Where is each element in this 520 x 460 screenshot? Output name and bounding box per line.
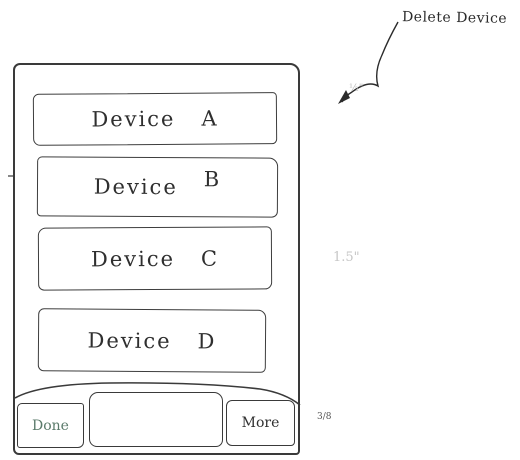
device-label: Device	[91, 106, 176, 132]
device-letter: B	[203, 167, 222, 192]
device-letter: C	[200, 246, 220, 271]
device-item-c[interactable]: Device C	[37, 226, 273, 291]
height-dimension-note: 1.5"	[333, 250, 360, 265]
device-letter: D	[197, 328, 217, 353]
device-label: Device	[87, 328, 172, 353]
device-label: Device	[93, 174, 178, 200]
device-item-b[interactable]: Device B	[36, 156, 279, 218]
device-letter: A	[201, 106, 219, 131]
delete-device-annotation: Delete Device	[401, 9, 508, 27]
toolbar-dimension-note: 3/8	[317, 412, 332, 422]
toolbar-middle-button[interactable]	[89, 392, 223, 447]
width-dimension-note: ½"	[349, 83, 364, 94]
done-button[interactable]: Done	[17, 403, 84, 448]
device-item-d[interactable]: Device D	[37, 308, 267, 373]
device-item-a[interactable]: Device A	[32, 92, 278, 146]
more-button[interactable]: More	[226, 400, 295, 446]
device-label: Device	[90, 246, 176, 271]
